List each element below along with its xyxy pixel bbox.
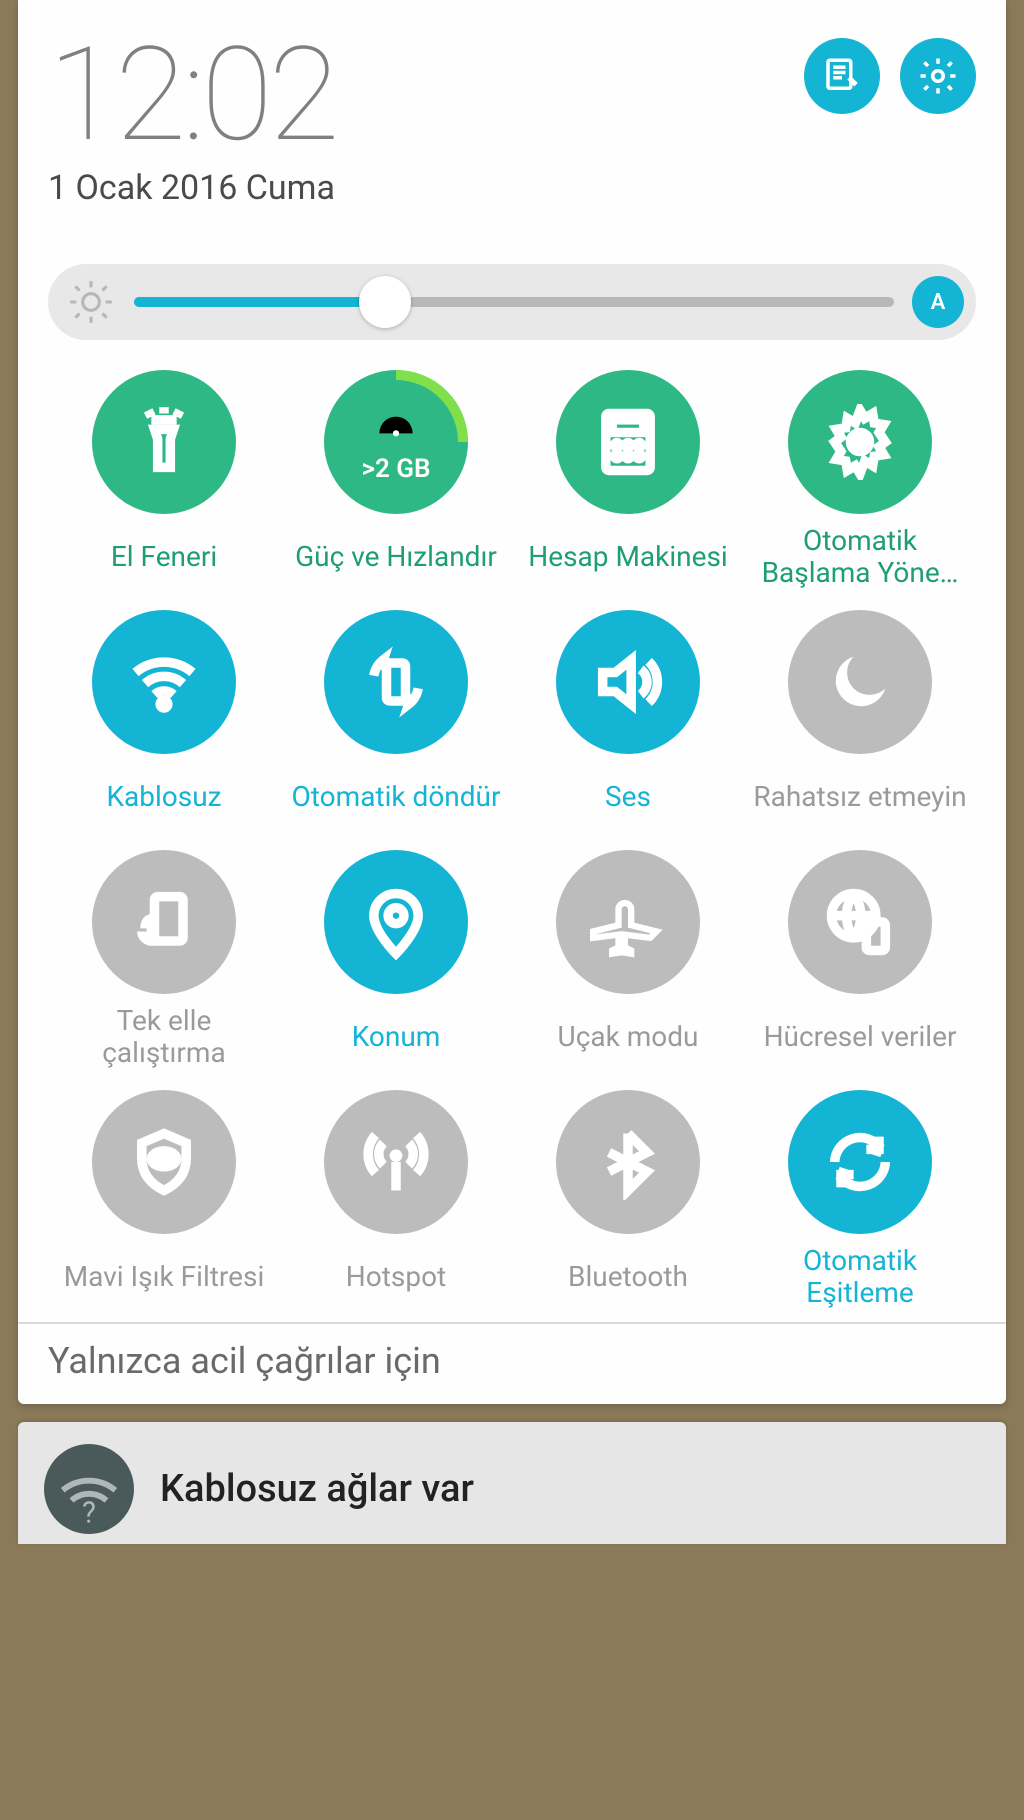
brightness-thumb[interactable] xyxy=(359,276,411,328)
tile-label: Tek elle çalıştırma xyxy=(50,1004,278,1070)
tile-bluetooth[interactable]: Bluetooth xyxy=(512,1086,744,1314)
tile-hotspot[interactable]: Hotspot xyxy=(280,1086,512,1314)
tile-calculator[interactable]: Hesap Makinesi xyxy=(512,366,744,594)
tile-label: Konum xyxy=(350,1004,443,1070)
tile-label: Uçak modu xyxy=(556,1004,701,1070)
tile-wifi[interactable]: Kablosuz xyxy=(48,606,280,834)
location-pin-icon xyxy=(324,850,468,994)
flashlight-icon xyxy=(92,370,236,514)
tile-label: Otomatik Başlama Yöne… xyxy=(746,524,974,590)
tile-bluelight[interactable]: Mavi Işık Filtresi xyxy=(48,1086,280,1314)
wifi-question-icon: ? xyxy=(44,1444,134,1534)
rotate-icon xyxy=(324,610,468,754)
tile-label: Güç ve Hızlandır xyxy=(293,524,499,590)
tile-location[interactable]: Konum xyxy=(280,846,512,1074)
tile-label: Hücresel veriler xyxy=(762,1004,959,1070)
calculator-icon xyxy=(556,370,700,514)
auto-brightness-label: A xyxy=(931,290,946,315)
clock-time: 12:02 xyxy=(48,30,336,160)
tile-label: Bluetooth xyxy=(566,1244,690,1310)
tile-boost[interactable]: >2 GB Güç ve Hızlandır xyxy=(280,366,512,594)
wifi-icon xyxy=(92,610,236,754)
tile-label: Hotspot xyxy=(344,1244,448,1310)
clock-block: 12:02 1 Ocak 2016 Cuma xyxy=(48,30,336,208)
tile-label: Otomatik Eşitleme xyxy=(746,1244,974,1310)
hotspot-icon xyxy=(324,1090,468,1234)
tile-label: Mavi Işık Filtresi xyxy=(62,1244,267,1310)
notification-title: Kablosuz ağlar var xyxy=(160,1467,474,1511)
tile-label: Ses xyxy=(603,764,653,830)
brightness-slider[interactable]: A xyxy=(48,264,976,340)
memory-threshold: >2 GB xyxy=(361,454,430,484)
header: 12:02 1 Ocak 2016 Cuma xyxy=(48,30,976,208)
tile-rotate[interactable]: Otomatik döndür xyxy=(280,606,512,834)
settings-button[interactable] xyxy=(900,38,976,114)
brightness-fill xyxy=(134,297,385,307)
tile-label: Kablosuz xyxy=(104,764,223,830)
tile-sound[interactable]: Ses xyxy=(512,606,744,834)
tile-dnd[interactable]: Rahatsız etmeyin xyxy=(744,606,976,834)
tile-label: Hesap Makinesi xyxy=(526,524,729,590)
tile-label: El Feneri xyxy=(109,524,219,590)
brightness-icon xyxy=(66,277,116,327)
auto-brightness-toggle[interactable]: A xyxy=(912,276,964,328)
tile-flashlight[interactable]: El Feneri xyxy=(48,366,280,594)
bluetooth-icon xyxy=(556,1090,700,1234)
notification-wifi-available[interactable]: ? Kablosuz ağlar var xyxy=(18,1422,1006,1544)
network-status: Yalnızca acil çağrılar için xyxy=(48,1334,976,1384)
tile-label: Otomatik döndür xyxy=(290,764,503,830)
header-actions xyxy=(804,30,976,114)
tile-airplane[interactable]: Uçak modu xyxy=(512,846,744,1074)
quick-settings-grid: El Feneri >2 GB Güç ve Hızlandır Hesap M… xyxy=(48,366,976,1314)
notification-shade: 12:02 1 Ocak 2016 Cuma A El xyxy=(18,0,1006,1404)
edit-icon xyxy=(821,55,863,97)
svg-text:?: ? xyxy=(82,1496,96,1530)
gear-icon xyxy=(917,55,959,97)
speedometer-icon: >2 GB xyxy=(324,370,468,514)
brightness-track[interactable] xyxy=(134,297,894,307)
moon-icon xyxy=(788,610,932,754)
sync-icon xyxy=(788,1090,932,1234)
tile-cellular[interactable]: Hücresel veriler xyxy=(744,846,976,1074)
divider xyxy=(18,1322,1006,1324)
onehand-icon xyxy=(92,850,236,994)
eye-shield-icon xyxy=(92,1090,236,1234)
autostart-icon xyxy=(788,370,932,514)
airplane-icon xyxy=(556,850,700,994)
tile-label: Rahatsız etmeyin xyxy=(751,764,968,830)
tile-onehand[interactable]: Tek elle çalıştırma xyxy=(48,846,280,1074)
globe-phone-icon xyxy=(788,850,932,994)
speaker-icon xyxy=(556,610,700,754)
tile-sync[interactable]: Otomatik Eşitleme xyxy=(744,1086,976,1314)
edit-button[interactable] xyxy=(804,38,880,114)
tile-autostart[interactable]: Otomatik Başlama Yöne… xyxy=(744,366,976,594)
clock-date: 1 Ocak 2016 Cuma xyxy=(48,168,336,208)
